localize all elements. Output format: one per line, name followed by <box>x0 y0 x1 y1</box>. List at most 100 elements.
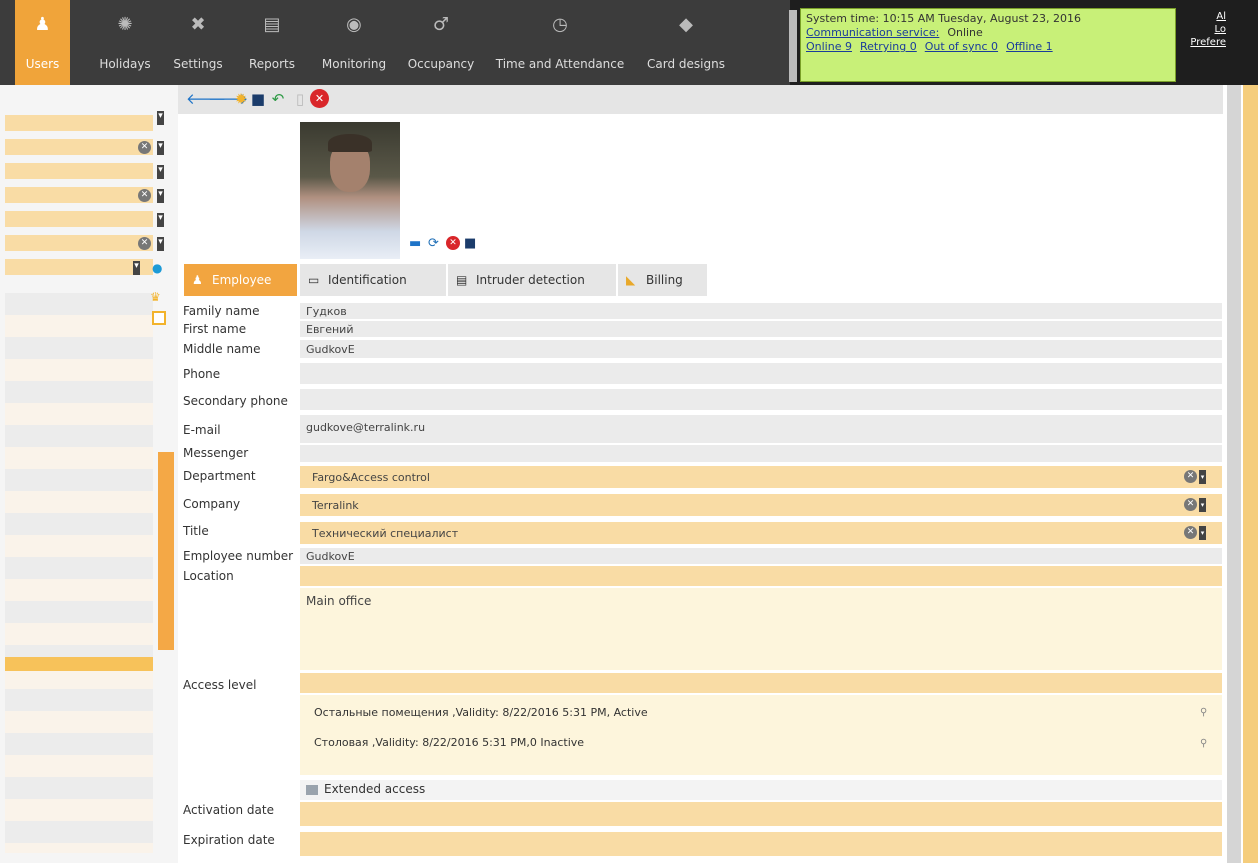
pick-icon[interactable]: ⚲ <box>1200 738 1207 749</box>
family-name-value: Гудков <box>306 305 347 318</box>
family-name-field[interactable] <box>300 303 1222 319</box>
online-link[interactable]: Online 9 <box>806 40 852 53</box>
logout-link[interactable]: Lo <box>1178 23 1226 36</box>
tab-settings[interactable]: ✖ Settings <box>168 0 228 85</box>
dropdown-arrow-icon[interactable]: ▾ <box>1199 470 1206 484</box>
status-panel: System time: 10:15 AM Tuesday, August 23… <box>800 8 1176 82</box>
middle-name-label: Middle name <box>183 342 261 356</box>
crown-icon[interactable]: ♛ <box>150 290 161 304</box>
company-label: Company <box>183 497 241 511</box>
expiration-date-label: Expiration date <box>183 833 275 847</box>
access-level-header[interactable] <box>300 673 1222 693</box>
department-label: Department <box>183 469 256 483</box>
messenger-field[interactable] <box>300 445 1222 462</box>
tab-users[interactable]: ♟ Users <box>15 0 70 85</box>
out-of-sync-link[interactable]: Out of sync 0 <box>925 40 998 53</box>
location-header[interactable] <box>300 566 1222 586</box>
user-link[interactable]: Al <box>1178 10 1226 23</box>
save-icon[interactable]: ■ <box>248 89 268 109</box>
email-field[interactable] <box>300 415 1222 443</box>
activation-date-label: Activation date <box>183 803 274 817</box>
delete-icon[interactable]: ✕ <box>310 89 329 108</box>
middle-name-field[interactable] <box>300 340 1222 358</box>
dropdown-arrow-icon[interactable]: ▾ <box>157 111 164 125</box>
dropdown-arrow-icon[interactable]: ▾ <box>157 189 164 203</box>
secondary-phone-label: Secondary phone <box>183 394 288 408</box>
filter-field[interactable] <box>5 139 153 155</box>
department-field[interactable] <box>300 466 1222 488</box>
back-arrow-icon[interactable]: 🡐 <box>186 89 226 109</box>
undo-icon[interactable]: ↶ <box>268 89 288 109</box>
clear-icon[interactable]: ✕ <box>138 237 151 250</box>
company-value: Terralink <box>312 499 359 512</box>
first-name-value: Евгений <box>306 323 354 336</box>
dropdown-arrow-icon[interactable]: ▾ <box>157 237 164 251</box>
filter-field[interactable] <box>5 163 153 179</box>
dropdown-arrow-icon[interactable]: ▾ <box>133 261 140 275</box>
tab-identification[interactable]: ▭ Identification <box>300 264 446 296</box>
retrying-link[interactable]: Retrying 0 <box>860 40 917 53</box>
phone-field[interactable] <box>300 363 1222 384</box>
access-level-label: Access level <box>183 678 257 692</box>
filter-field[interactable] <box>5 115 153 131</box>
billing-icon: ◣ <box>626 273 636 287</box>
dropdown-arrow-icon[interactable]: ▾ <box>157 165 164 179</box>
location-area[interactable] <box>300 588 1222 670</box>
intruder-icon: ▤ <box>456 273 468 287</box>
secondary-phone-field[interactable] <box>300 389 1222 410</box>
forward-arrow-icon[interactable]: 🡒 <box>208 89 248 109</box>
card-icon[interactable] <box>152 311 166 325</box>
dropdown-arrow-icon[interactable]: ▾ <box>157 141 164 155</box>
camera-icon[interactable]: ▬ <box>409 236 421 251</box>
company-field[interactable] <box>300 494 1222 516</box>
tab-card-designs[interactable]: ◆ Card designs <box>640 0 732 85</box>
monitoring-icon: ◉ <box>346 14 362 35</box>
tab-monitoring[interactable]: ◉ Monitoring <box>317 0 391 85</box>
dropdown-arrow-icon[interactable]: ▾ <box>157 213 164 227</box>
preferences-link[interactable]: Prefere <box>1178 36 1226 49</box>
bulb-icon[interactable]: ● <box>152 261 162 275</box>
employee-number-field[interactable] <box>300 548 1222 564</box>
filter-field[interactable] <box>5 211 153 227</box>
clear-icon[interactable]: ✕ <box>1184 526 1197 539</box>
holidays-icon: ✺ <box>117 14 133 35</box>
settings-icon: ✖ <box>190 14 206 35</box>
tab-employee[interactable]: ♟ Employee <box>184 264 297 296</box>
extended-access-checkbox[interactable] <box>306 785 318 795</box>
access-level-item[interactable]: Остальные помещения ,Validity: 8/22/2016… <box>314 706 648 719</box>
tab-occupancy[interactable]: ♂ Occupancy <box>403 0 479 85</box>
status-grip[interactable] <box>789 10 797 82</box>
refresh-icon[interactable]: ⟳ <box>428 236 439 251</box>
blank-document-icon[interactable]: ▯ <box>290 89 310 109</box>
filter-field[interactable] <box>5 235 153 251</box>
offline-link[interactable]: Offline 1 <box>1006 40 1053 53</box>
clear-icon[interactable]: ✕ <box>1184 470 1197 483</box>
tab-holidays[interactable]: ✺ Holidays <box>95 0 155 85</box>
filter-field[interactable] <box>5 259 153 275</box>
user-list[interactable] <box>5 293 153 853</box>
vertical-scrollbar[interactable] <box>1227 85 1241 863</box>
list-scroll-thumb[interactable] <box>158 452 174 650</box>
selected-user-row[interactable] <box>5 657 153 671</box>
save-photo-icon[interactable]: ■ <box>464 236 476 251</box>
main-nav: ♟ Users ✺ Holidays ✖ Settings ▤ Reports ◉ Mon… <box>0 0 790 85</box>
tab-time-and-attendance[interactable]: ◷ Time and Attendance <box>490 0 630 85</box>
tab-intruder-detection[interactable]: ▤ Intruder detection <box>448 264 616 296</box>
dropdown-arrow-icon[interactable]: ▾ <box>1199 498 1206 512</box>
tab-reports[interactable]: ▤ Reports <box>243 0 301 85</box>
communication-service-link[interactable]: Communication service: <box>806 26 939 39</box>
activation-date-field[interactable] <box>300 802 1222 826</box>
filter-field[interactable] <box>5 187 153 203</box>
remove-photo-icon[interactable]: ✕ <box>446 236 460 250</box>
clear-icon[interactable]: ✕ <box>138 189 151 202</box>
access-level-item[interactable]: Столовая ,Validity: 8/22/2016 5:31 PM,0 … <box>314 736 584 749</box>
clear-icon[interactable]: ✕ <box>1184 498 1197 511</box>
expiration-date-field[interactable] <box>300 832 1222 856</box>
pick-icon[interactable]: ⚲ <box>1200 707 1207 718</box>
first-name-field[interactable] <box>300 321 1222 337</box>
tab-billing[interactable]: ◣ Billing <box>618 264 707 296</box>
clock-icon: ◷ <box>552 14 568 35</box>
dropdown-arrow-icon[interactable]: ▾ <box>1199 526 1206 540</box>
card-icon: ◆ <box>679 14 693 35</box>
clear-icon[interactable]: ✕ <box>138 141 151 154</box>
